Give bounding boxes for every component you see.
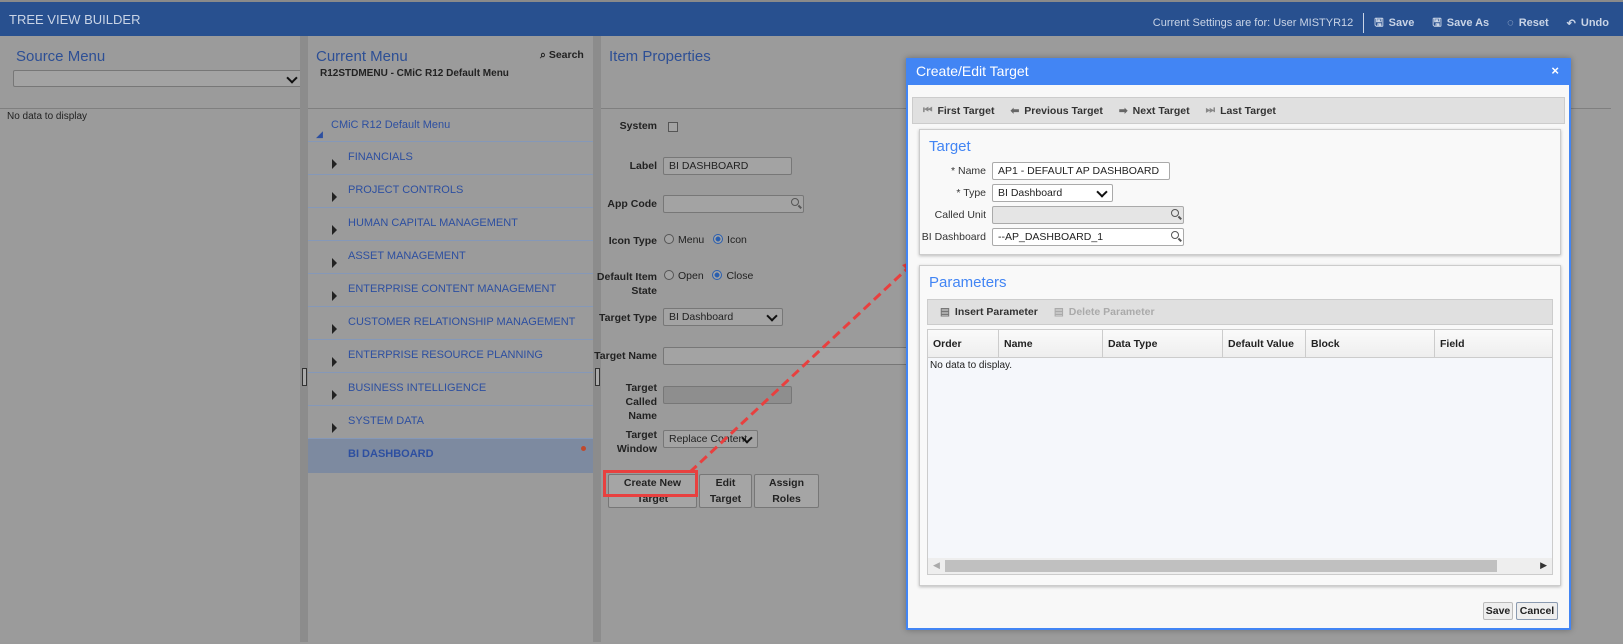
column-header-name[interactable]: Name <box>999 330 1103 358</box>
create-edit-target-dialog: Create/Edit Target × ⏮ First Target ⬅ Prev… <box>906 58 1571 630</box>
column-header-default-value[interactable]: Default Value <box>1223 330 1306 358</box>
target-section: Target * Name AP1 - DEFAULT AP DASHBOARD… <box>919 129 1561 255</box>
called-unit-label: Called Unit <box>934 209 986 221</box>
delete-row-icon: ▤ <box>1053 306 1064 318</box>
next-target-button[interactable]: ➡ Next Target <box>1119 105 1190 117</box>
arrow-left-icon: ⬅ <box>1010 104 1020 117</box>
type-label: * Type <box>956 187 986 199</box>
grid-empty-text: No data to display. <box>930 360 1013 371</box>
last-target-button[interactable]: ⏭ Last Target <box>1206 104 1276 117</box>
scroll-right-icon[interactable]: ▶ <box>1540 560 1547 571</box>
first-icon: ⏮ <box>923 104 933 116</box>
parameters-toolbar: ▤ Insert Parameter ▤ Delete Parameter <box>927 299 1553 325</box>
dialog-cancel-button[interactable]: Cancel <box>1516 602 1558 620</box>
dialog-save-button[interactable]: Save <box>1483 602 1513 620</box>
last-icon: ⏭ <box>1205 104 1216 116</box>
name-label: * Name <box>950 165 986 177</box>
dialog-titlebar[interactable]: Create/Edit Target × <box>906 58 1571 85</box>
column-header-field[interactable]: Field <box>1435 330 1552 358</box>
column-header-data-type[interactable]: Data Type <box>1103 330 1223 358</box>
target-heading: Target <box>929 138 971 155</box>
first-target-button[interactable]: ⏮ First Target <box>923 104 994 117</box>
target-nav-toolbar: ⏮ First Target ⬅ Previous Target ➡ Next Tar… <box>912 97 1565 124</box>
bi-dashboard-label: BI Dashboard <box>921 231 986 243</box>
bi-dashboard-input[interactable]: --AP_DASHBOARD_1 <box>992 228 1184 246</box>
parameters-heading: Parameters <box>929 274 1007 291</box>
parameters-section: Parameters ▤ Insert Parameter ▤ Delete Par… <box>919 265 1561 586</box>
dialog-title: Create/Edit Target <box>916 63 1029 79</box>
delete-parameter-button: ▤ Delete Parameter <box>1053 306 1155 318</box>
grid-header: Order Name Data Type Default Value Block… <box>928 330 1552 358</box>
called-unit-input <box>992 206 1184 224</box>
close-icon[interactable]: × <box>1551 63 1559 78</box>
type-select[interactable]: BI Dashboard <box>992 184 1113 202</box>
arrow-line <box>688 264 912 474</box>
scroll-left-icon[interactable]: ◀ <box>933 560 940 571</box>
column-header-block[interactable]: Block <box>1306 330 1435 358</box>
horizontal-scrollbar[interactable]: ◀ ▶ <box>928 558 1552 574</box>
insert-parameter-button[interactable]: ▤ Insert Parameter <box>940 306 1038 318</box>
column-header-order[interactable]: Order <box>928 330 999 358</box>
parameters-grid: Order Name Data Type Default Value Block… <box>927 329 1553 575</box>
arrow-right-icon: ➡ <box>1118 104 1128 117</box>
search-icon[interactable] <box>1171 209 1179 217</box>
search-icon[interactable] <box>1171 231 1179 239</box>
scrollbar-thumb[interactable] <box>945 560 1497 572</box>
previous-target-button[interactable]: ⬅ Previous Target <box>1010 105 1102 117</box>
insert-row-icon: ▤ <box>940 306 950 318</box>
name-input[interactable]: AP1 - DEFAULT AP DASHBOARD <box>992 162 1170 180</box>
